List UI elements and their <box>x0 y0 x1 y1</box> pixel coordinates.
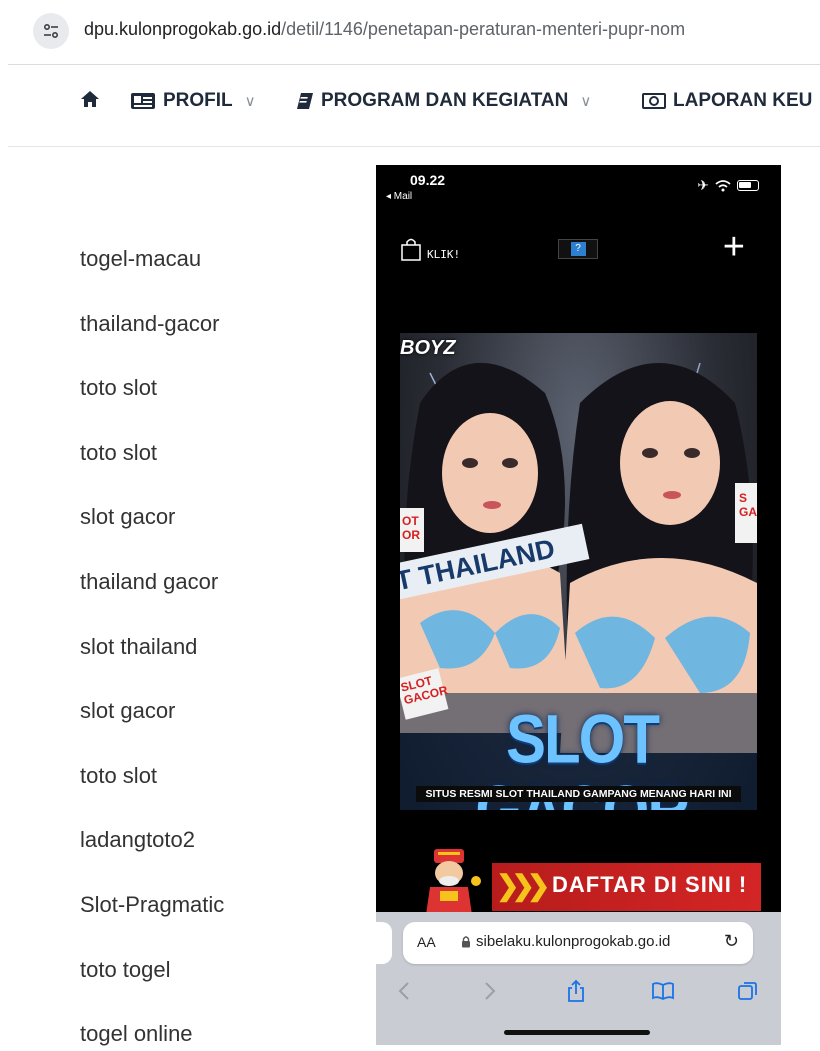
poster-subtitle: SITUS RESMI SLOT THAILAND GAMPANG MENANG… <box>416 786 741 802</box>
nav-laporan[interactable]: LAPORAN KEU <box>642 90 812 112</box>
shopping-bag-icon <box>401 238 421 261</box>
sidebar-link[interactable]: ladangtoto2 <box>80 821 360 886</box>
sidebar-link-list: togel-macau thailand-gacor toto slot tot… <box>80 240 360 1051</box>
sidebar-link[interactable]: thailand-gacor <box>80 305 360 370</box>
sidebar-link[interactable]: toto slot <box>80 369 360 434</box>
main-nav: PROFIL ∨ PROGRAM DAN KEGIATAN ∨ LAPORAN … <box>0 66 820 144</box>
daftar-banner: ❯❯❯ DAFTAR DI SINI ! <box>416 847 761 915</box>
airplane-icon: ✈ <box>697 177 709 193</box>
phone-status-bar: 09.22 ◂ Mail ✈ <box>376 165 781 205</box>
sidebar-link[interactable]: slot thailand <box>80 628 360 693</box>
plus-icon: + <box>722 226 745 268</box>
divider <box>8 64 820 65</box>
status-icons: ✈ <box>697 177 759 194</box>
phone-time: 09.22 <box>410 172 446 188</box>
face-left <box>442 413 538 533</box>
battery-icon <box>737 180 759 191</box>
sidebar-link[interactable]: togel-macau <box>80 240 360 305</box>
text-size-button: AA <box>417 934 436 950</box>
safari-domain: sibelaku.kulonprogokab.go.id <box>461 933 670 950</box>
forward-icon <box>478 979 502 1003</box>
id-card-icon <box>131 93 155 109</box>
safari-buttons <box>376 979 781 1009</box>
site-info-icon[interactable] <box>33 13 69 49</box>
url-path: /detil/1146/penetapan-peraturan-menteri-… <box>281 19 686 39</box>
question-icon: ? <box>570 242 586 256</box>
question-box: ? <box>558 239 598 259</box>
bookmarks-icon <box>651 979 675 1003</box>
share-icon <box>564 979 588 1003</box>
nav-profil-label: PROFIL <box>163 90 233 111</box>
safari-domain-text: sibelaku.kulonprogokab.go.id <box>476 933 671 950</box>
sidebar-link[interactable]: toto slot <box>80 757 360 822</box>
poster-badge: S GA <box>735 483 757 543</box>
promo-poster: BOYZ OT OR S GA T THAILAND SLOT GACOR SL… <box>400 333 757 810</box>
chevron-down-icon: ∨ <box>580 93 592 110</box>
money-icon <box>642 93 666 109</box>
safari-address-field: AA sibelaku.kulonprogokab.go.id ↻ <box>403 922 753 964</box>
lock-icon <box>462 936 470 948</box>
url-host: dpu.kulonprogokab.go.id <box>84 19 282 39</box>
sidebar-link[interactable]: slot gacor <box>80 692 360 757</box>
book-icon <box>297 93 313 109</box>
sidebar-link[interactable]: slot gacor <box>80 498 360 563</box>
sidebar-link[interactable]: thailand gacor <box>80 563 360 628</box>
phone-screenshot-image: 09.22 ◂ Mail ✈ KLIK! ? + BOYZ OT OR S GA… <box>376 165 781 1045</box>
tabs-icon <box>736 979 760 1003</box>
tune-icon <box>43 23 59 39</box>
previous-tab-field <box>376 922 392 964</box>
sidebar-link[interactable]: togel online <box>80 1015 360 1051</box>
chevron-right-icon: ❯❯❯ <box>496 870 550 901</box>
back-to-mail: ◂ Mail <box>386 191 413 202</box>
safari-toolbar: AA sibelaku.kulonprogokab.go.id ↻ <box>376 912 781 1045</box>
browser-url-bar: dpu.kulonprogokab.go.id/detil/1146/penet… <box>0 0 820 62</box>
wifi-icon <box>715 179 731 191</box>
poster-badge: OT OR <box>400 508 424 552</box>
nav-profil[interactable]: PROFIL ∨ <box>130 90 256 112</box>
back-icon <box>392 979 416 1003</box>
poster-brand: BOYZ <box>400 337 456 359</box>
sidebar-link[interactable]: Slot-Pragmatic <box>80 886 360 951</box>
address-field[interactable]: dpu.kulonprogokab.go.id/detil/1146/penet… <box>84 19 685 40</box>
mascot-icon <box>426 849 481 915</box>
sidebar-link[interactable]: toto togel <box>80 951 360 1016</box>
nav-laporan-label: LAPORAN KEU <box>673 90 813 111</box>
home-indicator <box>504 1030 650 1035</box>
bag-label: KLIK! <box>427 248 461 261</box>
phone-toolbar: KLIK! ? + <box>376 228 781 269</box>
shopping-bag-button: KLIK! <box>400 237 460 261</box>
divider <box>8 146 820 147</box>
home-icon <box>81 91 99 107</box>
chevron-down-icon: ∨ <box>244 93 256 110</box>
daftar-label: DAFTAR DI SINI ! <box>552 872 748 897</box>
reload-icon: ↻ <box>723 931 739 951</box>
nav-program[interactable]: PROGRAM DAN KEGIATAN ∨ <box>296 90 591 112</box>
face-right <box>620 401 720 525</box>
nav-home[interactable] <box>80 90 107 108</box>
sidebar-link[interactable]: toto slot <box>80 434 360 499</box>
nav-program-label: PROGRAM DAN KEGIATAN <box>321 90 569 111</box>
